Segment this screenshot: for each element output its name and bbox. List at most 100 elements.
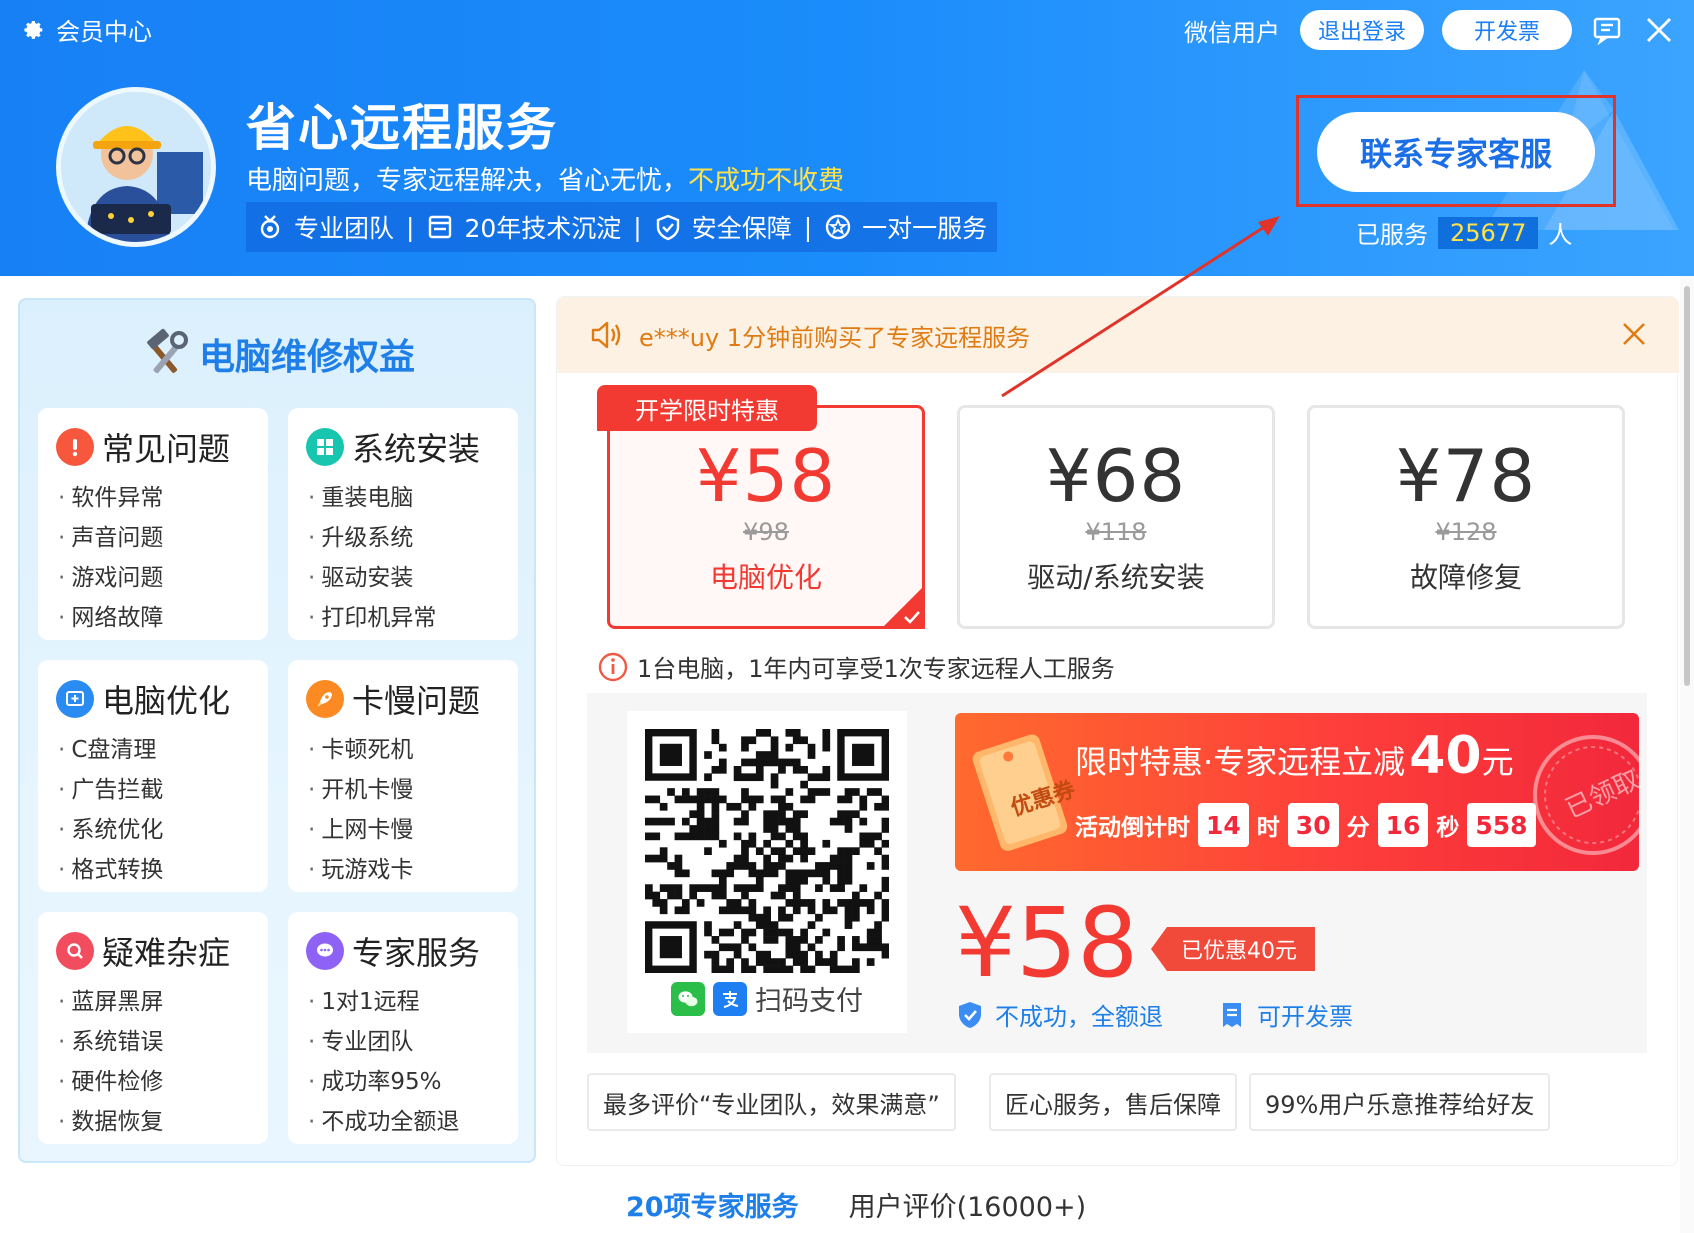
card-header: 疑难杂症	[56, 928, 268, 974]
logout-button[interactable]: 退出登录	[1299, 10, 1424, 50]
invoice-available: 可开发票	[1217, 997, 1353, 1032]
card-item: 硬件检修	[56, 1062, 268, 1102]
benefit-card-difficult[interactable]: 疑难杂症 蓝屏黑屏 系统错误 硬件检修 数据恢复	[38, 912, 268, 1144]
card-item: 卡顿死机	[306, 730, 518, 770]
card-title: 专家服务	[352, 934, 481, 972]
invoice-button[interactable]: 开发票	[1442, 10, 1572, 50]
window-title-text: 会员中心	[56, 18, 152, 46]
card-title: 电脑优化	[102, 682, 231, 720]
window-title: 会员中心	[20, 12, 152, 47]
service-subtitle-highlight: 不成功不收费	[688, 166, 845, 196]
countdown-minutes: 30	[1287, 803, 1339, 847]
card-item: 系统优化	[56, 810, 268, 850]
countdown-minute-unit: 分	[1346, 815, 1370, 841]
plan-card-repair[interactable]: ¥78 ¥128 故障修复	[1307, 405, 1625, 629]
shield-check-icon	[959, 1001, 981, 1028]
banner-title-text: 限时特惠·专家远程立减	[1075, 743, 1406, 781]
scrollbar-thumb[interactable]	[1684, 286, 1690, 686]
topbar-actions: 微信用户 退出登录 开发票	[1184, 10, 1676, 50]
served-suffix: 人	[1548, 221, 1573, 249]
feedback-icon[interactable]	[1590, 13, 1624, 47]
notice-close-icon[interactable]	[1617, 317, 1651, 351]
benefits-title: 电脑维修权益	[20, 328, 534, 380]
gear-icon	[24, 20, 43, 39]
card-item: 格式转换	[56, 850, 268, 890]
banner-title: 限时特惠·专家远程立减 40 元	[1075, 726, 1514, 786]
plan-original-price: ¥118	[1085, 518, 1147, 546]
card-item: 1对1远程	[306, 982, 518, 1022]
plan-info: 1台电脑，1年内可享受1次专家远程人工服务	[597, 649, 1115, 684]
card-item: C盘清理	[56, 730, 268, 770]
tab-user-reviews[interactable]: 用户评价(16000+)	[849, 1185, 1087, 1232]
benefit-card-optimize[interactable]: 电脑优化 C盘清理 广告拦截 系统优化 格式转换	[38, 660, 268, 892]
contact-expert-button[interactable]: 联系专家客服	[1317, 112, 1595, 192]
notice-text: e***uy 1分钟前购买了专家远程服务	[639, 323, 1031, 352]
alipay-icon	[713, 981, 747, 1016]
final-price: ¥58	[955, 887, 1139, 999]
feature-security-label: 安全保障	[691, 214, 792, 243]
feature-team: 专业团队	[256, 209, 394, 245]
card-item: 蓝屏黑屏	[56, 982, 268, 1022]
plan-original-price: ¥128	[1435, 518, 1497, 546]
countdown-second-unit: 秒	[1436, 815, 1460, 841]
discount-tag: 已优惠40元	[1151, 927, 1315, 971]
purchase-notice: e***uy 1分钟前购买了专家远程服务	[557, 297, 1679, 373]
card-item: 打印机异常	[306, 598, 518, 638]
speaker-icon	[591, 321, 621, 349]
benefit-card-slow[interactable]: 卡慢问题 卡顿死机 开机卡慢 上网卡慢 玩游戏卡	[288, 660, 518, 892]
card-item: 上网卡慢	[306, 810, 518, 850]
user-name: 微信用户	[1183, 18, 1280, 47]
countdown-seconds: 16	[1377, 803, 1429, 847]
card-title: 疑难杂症	[102, 934, 231, 972]
countdown: 活动倒计时 14 时 30 分 16 秒 558	[1075, 803, 1536, 847]
stamp-text: 已领取	[1561, 765, 1639, 825]
benefit-card-expert[interactable]: 专家服务 1对1远程 专业团队 成功率95% 不成功全额退	[288, 912, 518, 1144]
card-item: 广告拦截	[56, 770, 268, 810]
shield-check-icon	[656, 214, 679, 241]
banner-amount: 40	[1409, 726, 1482, 786]
plan-card-optimize[interactable]: ¥58 ¥98 电脑优化	[607, 405, 925, 629]
selected-check-icon	[881, 585, 925, 629]
feature-separator: |	[633, 212, 642, 242]
plan-name: 驱动/系统安装	[1027, 561, 1205, 594]
benefit-card-common[interactable]: 常见问题 软件异常 声音问题 游戏问题 网络故障	[38, 408, 268, 640]
technician-illustration	[61, 92, 211, 242]
card-header: 电脑优化	[56, 676, 268, 722]
served-number: 25677	[1438, 216, 1539, 249]
service-badge-icon	[825, 214, 851, 240]
feature-experience: 20年技术沉淀	[426, 209, 621, 245]
guarantee-row: 不成功，全额退 可开发票	[955, 997, 1353, 1032]
card-header: 系统安装	[306, 424, 518, 470]
coupon-icon: 优惠券	[972, 734, 1075, 851]
feature-team-label: 专业团队	[294, 214, 395, 243]
benefit-card-system[interactable]: 系统安装 重装电脑 升级系统 驱动安装 打印机异常	[288, 408, 518, 640]
card-header: 专家服务	[306, 928, 518, 974]
service-subtitle-text: 电脑问题，专家远程解决，省心无忧，	[246, 166, 689, 196]
feature-experience-label: 20年技术沉淀	[464, 214, 622, 243]
promo-tag: 开学限时特惠	[597, 385, 817, 431]
card-item: 升级系统	[306, 518, 518, 558]
purchase-panel: e***uy 1分钟前购买了专家远程服务 开学限时特惠 ¥58 ¥98 电脑优化…	[556, 296, 1679, 1166]
payment-qr-code[interactable]	[645, 729, 889, 973]
plan-name: 电脑优化	[709, 561, 822, 594]
plan-info-text: 1台电脑，1年内可享受1次专家远程人工服务	[637, 655, 1115, 683]
invoice-icon	[1223, 1002, 1241, 1027]
rocket-icon	[306, 680, 344, 718]
member-center-window: 会员中心 微信用户 退出登录 开发票 省心远程服务 电脑问题，专家远程解决，省心…	[0, 0, 1694, 1233]
vertical-scrollbar[interactable]	[1680, 276, 1694, 1233]
card-item: 数据恢复	[56, 1102, 268, 1142]
card-item: 不成功全额退	[306, 1102, 518, 1142]
feature-separator: |	[803, 212, 813, 242]
card-item: 专业团队	[306, 1022, 518, 1062]
plan-price: ¥68	[1045, 434, 1187, 518]
feature-one-on-one: 一对一服务	[824, 209, 987, 245]
medal-icon	[260, 215, 280, 239]
info-icon	[598, 652, 628, 681]
plan-card-driver[interactable]: ¥68 ¥118 驱动/系统安装	[957, 405, 1275, 629]
invoice-text: 可开发票	[1257, 1003, 1353, 1031]
qr-card: 扫码支付	[627, 711, 907, 1033]
close-icon[interactable]	[1642, 13, 1676, 47]
plan-price: ¥78	[1395, 434, 1537, 518]
card-item: 软件异常	[56, 478, 268, 518]
tab-expert-services[interactable]: 20项专家服务	[626, 1185, 799, 1232]
